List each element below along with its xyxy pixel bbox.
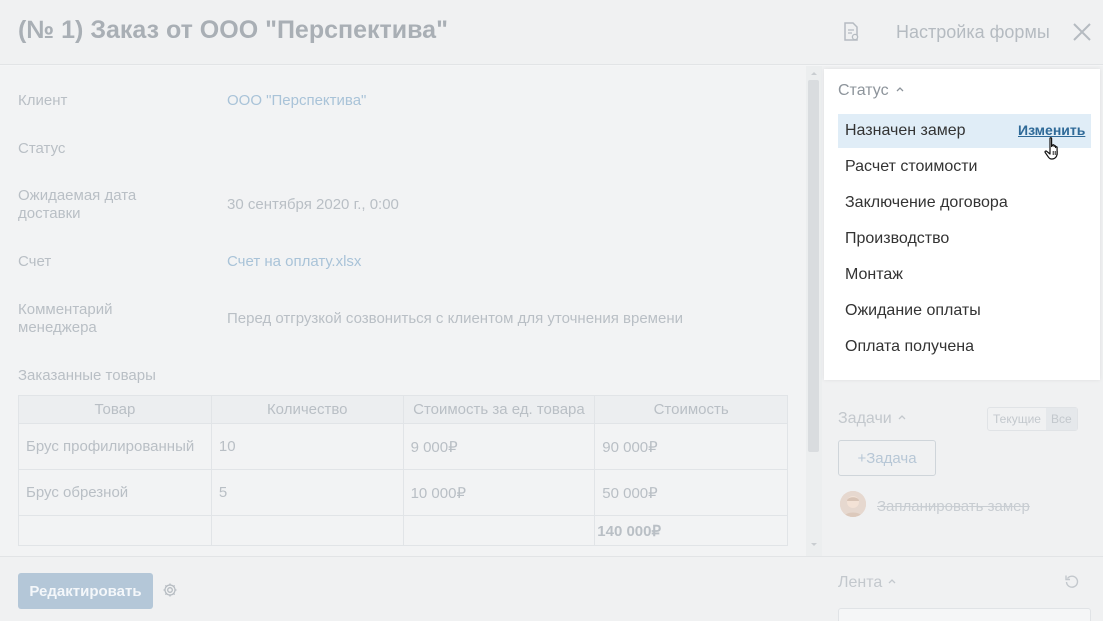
refresh-icon[interactable] [1064, 573, 1080, 589]
table-cell: Брус профилированный [18, 423, 212, 470]
add-task-button[interactable]: +Задача [838, 440, 936, 476]
column-header: Стоимость [594, 395, 788, 424]
status-title-label: Статус [838, 82, 889, 99]
task-item[interactable]: Запланировать замер [877, 498, 1030, 515]
column-header: Стоимость за ед. товара [402, 395, 596, 424]
page-title: (№ 1) Заказ от ООО "Перспектива" [18, 16, 448, 44]
filter-current[interactable]: Текущие [988, 408, 1046, 430]
feed-input[interactable] [838, 608, 1091, 621]
goods-table: Товар Количество Стоимость за ед. товара… [18, 395, 788, 546]
form-settings-link[interactable]: Настройка формы [896, 22, 1050, 43]
column-header: Товар [18, 395, 212, 424]
table-total-row: 140 000₽ [18, 515, 788, 546]
table-cell: Брус обрезной [18, 469, 212, 516]
table-row: Брус обрезной 5 10 000₽ 50 000₽ [18, 469, 788, 516]
scroll-down-icon[interactable] [808, 540, 820, 550]
close-icon[interactable] [1071, 21, 1093, 43]
tasks-title-label: Задачи [838, 410, 892, 427]
chevron-up-icon [888, 579, 896, 584]
tasks-section-title[interactable]: Задачи [838, 410, 906, 428]
feed-section-title[interactable]: Лента [838, 574, 896, 592]
field-label-comment: Комментарий менеджера [18, 301, 113, 336]
table-cell: 9 000₽ [402, 423, 596, 470]
status-option[interactable]: Оплата получена [838, 330, 1091, 364]
chevron-up-icon [896, 87, 904, 92]
tasks-filter: Текущие Все [987, 407, 1078, 431]
chevron-up-icon [898, 415, 906, 420]
table-cell [402, 515, 596, 546]
edit-button[interactable]: Редактировать [18, 573, 153, 609]
table-cell: 10 [210, 423, 404, 470]
field-value-comment: Перед отгрузкой созвониться с клиентом д… [227, 310, 683, 327]
field-label-status: Статус [18, 140, 66, 157]
field-label-invoice: Счет [18, 253, 52, 270]
column-header: Количество [210, 395, 404, 424]
gear-icon[interactable] [162, 582, 178, 598]
status-option[interactable]: Монтаж [838, 258, 1091, 292]
status-option[interactable]: Расчет стоимости [838, 150, 1091, 184]
goods-title: Заказанные товары [18, 367, 156, 384]
filter-all[interactable]: Все [1045, 408, 1077, 430]
user-avatar-icon [840, 491, 866, 517]
field-value-invoice[interactable]: Счет на оплату.xlsx [227, 253, 361, 271]
table-cell: 5 [210, 469, 404, 516]
document-settings-icon[interactable] [842, 22, 860, 42]
table-cell: 50 000₽ [594, 469, 788, 516]
table-cell: 90 000₽ [594, 423, 788, 470]
table-row: Брус профилированный 10 9 000₽ 90 000₽ [18, 423, 788, 470]
scrollbar-thumb[interactable] [808, 80, 819, 452]
field-label-client: Клиент [18, 92, 68, 109]
avatar [840, 491, 866, 517]
field-value-client[interactable]: ООО "Перспектива" [227, 92, 366, 110]
status-option[interactable]: Заключение договора [838, 186, 1091, 220]
feed-title-label: Лента [838, 574, 883, 591]
table-header-row: Товар Количество Стоимость за ед. товара… [18, 395, 788, 424]
divider [822, 556, 1103, 557]
status-option[interactable]: Производство [838, 222, 1091, 256]
table-cell [18, 515, 212, 546]
status-dropdown-title[interactable]: Статус [838, 82, 904, 100]
field-label-delivery-date: Ожидаемая дата доставки [18, 187, 137, 222]
table-cell: 10 000₽ [402, 469, 596, 516]
total-cost: 140 000₽ [594, 515, 788, 546]
table-cell [210, 515, 404, 546]
field-value-delivery-date: 30 сентября 2020 г., 0:00 [227, 196, 399, 213]
status-option[interactable]: Ожидание оплаты [838, 294, 1091, 328]
scroll-up-icon[interactable] [808, 68, 820, 78]
